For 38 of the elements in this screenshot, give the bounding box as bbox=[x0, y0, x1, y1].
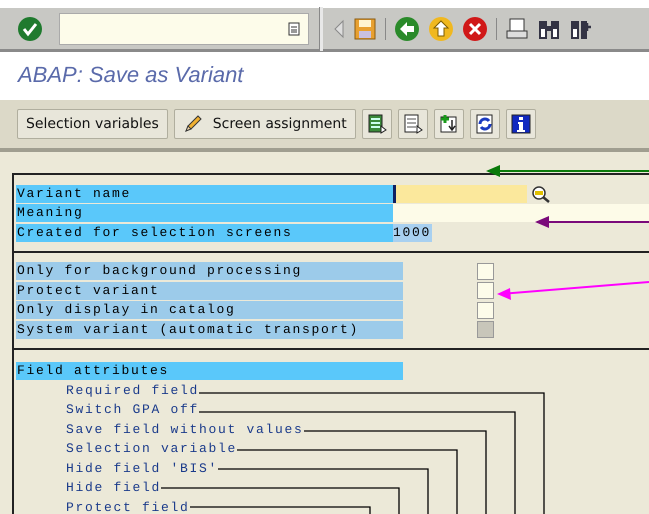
back-icon[interactable] bbox=[394, 16, 420, 42]
cancel-icon[interactable] bbox=[462, 16, 488, 42]
refresh-button[interactable] bbox=[470, 109, 500, 139]
checkbox[interactable] bbox=[477, 302, 494, 318]
document-icon bbox=[402, 114, 423, 134]
attribute-label: Protect field bbox=[66, 498, 190, 514]
info-icon bbox=[510, 114, 531, 134]
option-label: Protect variant bbox=[16, 282, 403, 300]
list-arrow-icon bbox=[366, 114, 387, 134]
screen-assignment-button[interactable]: Screen assignment bbox=[174, 109, 356, 139]
option-label: Only display in catalog bbox=[16, 301, 403, 319]
meaning-field[interactable] bbox=[393, 204, 649, 222]
command-field[interactable] bbox=[59, 12, 309, 44]
refresh-icon bbox=[474, 114, 495, 134]
selection-variables-button[interactable]: Selection variables bbox=[17, 109, 168, 139]
info-button[interactable] bbox=[506, 109, 536, 139]
field-label: Created for selection screens bbox=[16, 224, 393, 242]
list-arrow-button[interactable] bbox=[362, 109, 392, 139]
import-icon bbox=[438, 114, 459, 134]
print-icon[interactable] bbox=[505, 16, 529, 40]
pencil-icon bbox=[182, 114, 203, 134]
field-label: Meaning bbox=[16, 204, 393, 222]
section-heading: Field attributes bbox=[16, 362, 403, 380]
attribute-label: Required field bbox=[66, 382, 200, 400]
checkbox[interactable] bbox=[477, 262, 494, 280]
document-arrow-button[interactable] bbox=[398, 109, 428, 139]
variant-name-field[interactable] bbox=[393, 184, 527, 202]
option-label: System variant (automatic transport) bbox=[16, 320, 403, 338]
clipboard-icon bbox=[288, 22, 300, 36]
import-button[interactable] bbox=[434, 109, 464, 139]
save-icon[interactable] bbox=[353, 16, 377, 40]
option-label: Only for background processing bbox=[16, 262, 403, 280]
back-triangle-icon[interactable] bbox=[333, 18, 345, 38]
field-label: Variant name bbox=[16, 184, 393, 202]
enter-icon[interactable] bbox=[17, 16, 43, 42]
checkbox[interactable] bbox=[477, 282, 494, 299]
field-value: 1000 bbox=[393, 224, 432, 242]
exit-icon[interactable] bbox=[428, 16, 454, 42]
